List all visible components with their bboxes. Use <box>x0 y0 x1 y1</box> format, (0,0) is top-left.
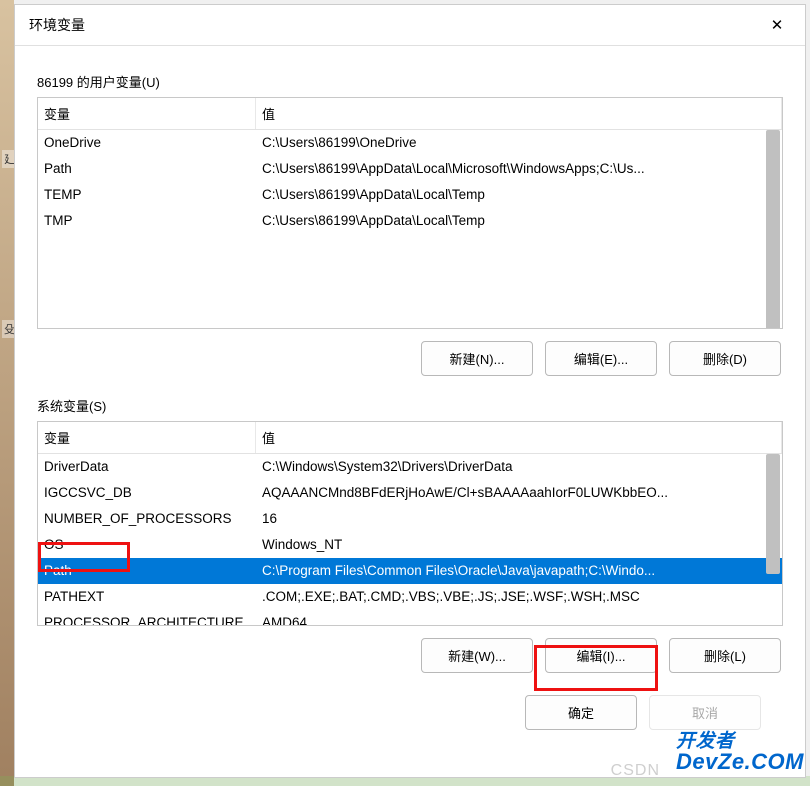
cell-name: DriverData <box>38 456 256 478</box>
close-button[interactable]: ✕ <box>759 11 795 39</box>
cell-value: .COM;.EXE;.BAT;.CMD;.VBS;.VBE;.JS;.JSE;.… <box>256 586 782 608</box>
cell-name: OneDrive <box>38 132 256 154</box>
col-header-name[interactable]: 变量 <box>38 422 256 453</box>
table-row[interactable]: DriverDataC:\Windows\System32\Drivers\Dr… <box>38 454 782 480</box>
dialog-content: 86199 的用户变量(U) 变量 值 OneDriveC:\Users\861… <box>15 46 805 777</box>
list-headers: 变量 值 <box>38 422 782 454</box>
user-rows: OneDriveC:\Users\86199\OneDrivePathC:\Us… <box>38 130 782 329</box>
titlebar: 环境变量 ✕ <box>15 5 805 46</box>
cell-value: C:\Users\86199\AppData\Local\Microsoft\W… <box>256 158 782 180</box>
cell-value: C:\Users\86199\OneDrive <box>256 132 782 154</box>
cell-name: IGCCSVC_DB <box>38 482 256 504</box>
list-headers: 变量 值 <box>38 98 782 130</box>
window-title: 环境变量 <box>29 15 85 35</box>
cell-name: PROCESSOR_ARCHITECTURE <box>38 612 256 626</box>
table-row[interactable]: NUMBER_OF_PROCESSORS16 <box>38 506 782 532</box>
table-row[interactable]: TMPC:\Users\86199\AppData\Local\Temp <box>38 208 782 234</box>
cell-name: NUMBER_OF_PROCESSORS <box>38 508 256 530</box>
user-buttons: 新建(N)... 编辑(E)... 删除(D) <box>37 329 783 382</box>
system-rows: DriverDataC:\Windows\System32\Drivers\Dr… <box>38 454 782 626</box>
dialog-footer: 确定 取消 <box>37 679 783 746</box>
table-row[interactable]: PathC:\Program Files\Common Files\Oracle… <box>38 558 782 584</box>
col-header-value[interactable]: 值 <box>256 422 782 453</box>
table-row[interactable]: PathC:\Users\86199\AppData\Local\Microso… <box>38 156 782 182</box>
system-new-button[interactable]: 新建(W)... <box>421 638 533 673</box>
cell-value: C:\Program Files\Common Files\Oracle\Jav… <box>256 560 782 582</box>
background-sliver: 廴 殳 <box>0 0 14 786</box>
cell-name: PATHEXT <box>38 586 256 608</box>
table-row[interactable]: OSWindows_NT <box>38 532 782 558</box>
table-row[interactable]: TEMPC:\Users\86199\AppData\Local\Temp <box>38 182 782 208</box>
user-delete-button[interactable]: 删除(D) <box>669 341 781 376</box>
cell-value: C:\Windows\System32\Drivers\DriverData <box>256 456 782 478</box>
user-edit-button[interactable]: 编辑(E)... <box>545 341 657 376</box>
user-vars-label: 86199 的用户变量(U) <box>37 72 783 91</box>
table-row[interactable]: OneDriveC:\Users\86199\OneDrive <box>38 130 782 156</box>
system-delete-button[interactable]: 删除(L) <box>669 638 781 673</box>
cell-name: TMP <box>38 210 256 232</box>
system-vars-list[interactable]: 变量 值 DriverDataC:\Windows\System32\Drive… <box>37 421 783 626</box>
cell-name: Path <box>38 560 256 582</box>
cell-name: OS <box>38 534 256 556</box>
cell-value: Windows_NT <box>256 534 782 556</box>
table-row[interactable]: PROCESSOR_ARCHITECTUREAMD64 <box>38 610 782 626</box>
system-vars-label: 系统变量(S) <box>37 396 783 415</box>
ok-button[interactable]: 确定 <box>525 695 637 730</box>
scrollbar[interactable] <box>766 130 780 326</box>
col-header-value[interactable]: 值 <box>256 98 782 129</box>
table-row[interactable]: IGCCSVC_DBAQAAANCMnd8BFdERjHoAwE/Cl+sBAA… <box>38 480 782 506</box>
table-row[interactable]: PATHEXT.COM;.EXE;.BAT;.CMD;.VBS;.VBE;.JS… <box>38 584 782 610</box>
cell-value: 16 <box>256 508 782 530</box>
system-buttons: 新建(W)... 编辑(I)... 删除(L) <box>37 626 783 679</box>
user-new-button[interactable]: 新建(N)... <box>421 341 533 376</box>
cancel-button[interactable]: 取消 <box>649 695 761 730</box>
scrollbar[interactable] <box>766 454 780 623</box>
user-vars-list[interactable]: 变量 值 OneDriveC:\Users\86199\OneDrivePath… <box>37 97 783 329</box>
cell-value: AMD64 <box>256 612 782 626</box>
cell-value: C:\Users\86199\AppData\Local\Temp <box>256 210 782 232</box>
cell-name: Path <box>38 158 256 180</box>
environment-variables-dialog: 环境变量 ✕ 86199 的用户变量(U) 变量 值 OneDriveC:\Us… <box>14 4 806 778</box>
cell-value: AQAAANCMnd8BFdERjHoAwE/Cl+sBAAAAaahIorF0… <box>256 482 782 504</box>
cell-name: TEMP <box>38 184 256 206</box>
system-edit-button[interactable]: 编辑(I)... <box>545 638 657 673</box>
cell-value: C:\Users\86199\AppData\Local\Temp <box>256 184 782 206</box>
col-header-name[interactable]: 变量 <box>38 98 256 129</box>
